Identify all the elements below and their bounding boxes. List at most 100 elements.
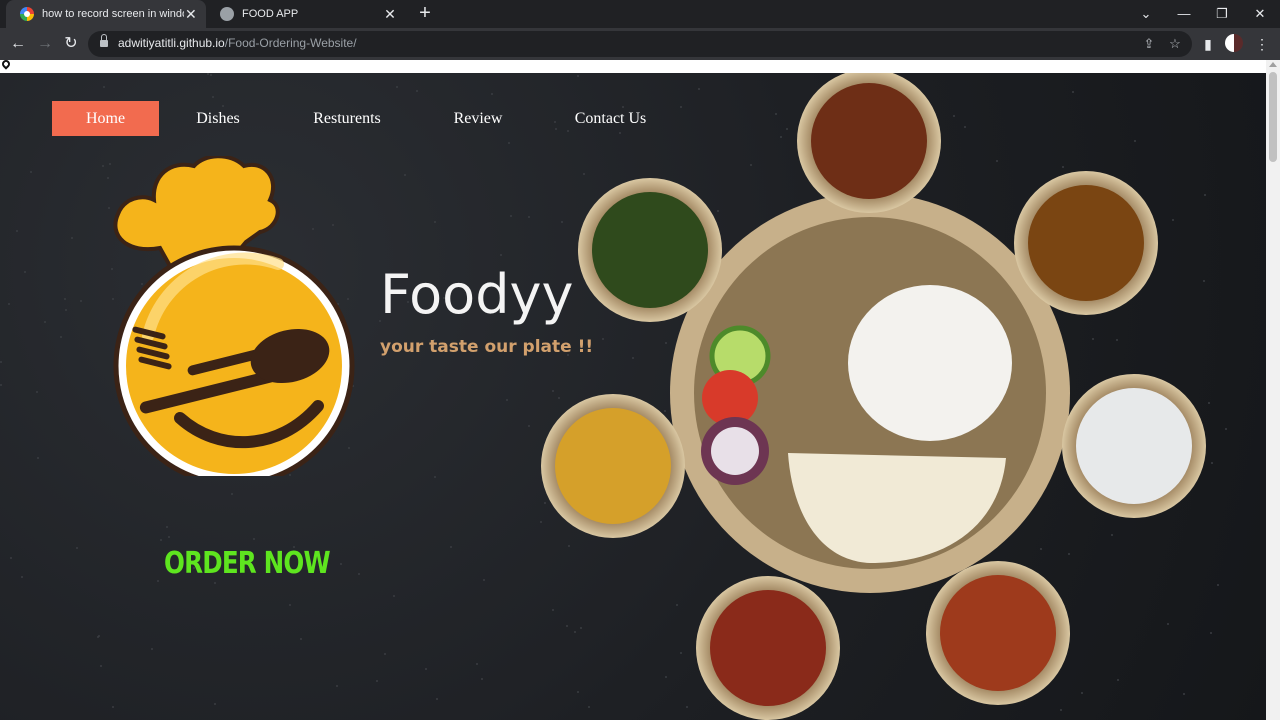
reload-button[interactable]: ↻ [61,34,81,54]
granite-speck [21,576,23,578]
granite-speck [396,86,398,88]
address-bar[interactable]: adwitiyatitli.github.io/Food-Ordering-We… [88,31,1192,57]
granite-speck [8,303,10,305]
granite-speck [231,493,233,495]
granite-speck [491,93,493,95]
granite-speck [336,685,338,687]
back-button[interactable]: ← [8,34,28,54]
nav-resturents[interactable]: Resturents [296,101,398,136]
granite-speck [80,300,82,302]
tab-close-icon[interactable]: ✕ [184,6,198,23]
granite-speck [44,321,46,323]
granite-speck [207,73,209,75]
granite-speck [506,399,508,401]
granite-speck [16,230,18,232]
restore-button[interactable]: ❐ [1203,0,1241,28]
granite-speck [436,698,438,700]
granite-speck [102,165,104,167]
tab-record-screen[interactable]: how to record screen in windows ✕ [6,0,206,28]
granite-speck [384,653,386,655]
granite-speck [100,665,102,667]
location-pin-icon[interactable] [0,60,12,70]
minimize-button[interactable]: — [1165,0,1203,28]
nav-home[interactable]: Home [52,101,159,136]
nav-dishes[interactable]: Dishes [180,101,256,136]
granite-speck [212,96,214,98]
granite-speck [214,582,216,584]
granite-speck [300,638,302,640]
granite-speck [64,298,66,300]
granite-speck [60,336,62,338]
granite-speck [65,309,67,311]
tab-food-app[interactable]: FOOD APP ✕ [206,0,406,28]
granite-speck [168,536,170,538]
granite-speck [416,90,418,92]
granite-speck [37,457,39,459]
granite-speck [289,604,291,606]
granite-speck [425,668,427,670]
tab-search-icon[interactable]: ⌄ [1127,0,1165,28]
granite-speck [10,557,12,559]
order-now-button[interactable]: ORDER NOW [164,546,331,581]
granite-speck [450,546,452,548]
granite-speck [358,573,360,575]
granite-speck [483,579,485,581]
lock-icon[interactable] [100,34,108,48]
granite-speck [157,580,159,582]
granite-speck [71,237,73,239]
granite-speck [404,174,406,176]
url-host: adwitiyatitli.github.io [118,36,225,50]
tab-title: how to record screen in windows [42,8,184,20]
granite-speck [434,476,436,478]
tab-close-icon[interactable]: ✕ [382,6,398,23]
granite-speck [214,703,216,705]
granite-speck [253,538,255,540]
nav-review[interactable]: Review [438,101,518,136]
granite-speck [510,215,512,217]
profile-avatar[interactable] [1225,34,1243,52]
new-tab-button[interactable]: + [414,3,436,25]
thali-food-image [541,73,1206,720]
scroll-thumb[interactable] [1269,72,1277,162]
granite-speck [481,678,483,680]
forward-button[interactable]: → [35,34,55,54]
granite-speck [476,663,478,665]
browser-toolbar: ← → ↻ adwitiyatitli.github.io/Food-Order… [0,28,1280,60]
share-icon[interactable]: ⇪ [1140,35,1158,53]
close-window-button[interactable]: ✕ [1241,0,1279,28]
granite-speck [0,384,2,386]
granite-speck [340,563,342,565]
url-text[interactable]: adwitiyatitli.github.io/Food-Ordering-We… [118,36,357,50]
granite-speck [24,271,26,273]
granite-speck [103,86,105,88]
google-favicon-icon [20,7,34,21]
tab-strip: how to record screen in windows ✕ FOOD A… [0,0,1280,28]
page-scrollbar[interactable] [1266,60,1280,720]
granite-speck [393,595,395,597]
chef-logo [113,156,355,476]
granite-speck [434,221,436,223]
granite-speck [36,391,38,393]
granite-speck [160,539,162,541]
granite-speck [166,526,168,528]
granite-speck [376,680,378,682]
granite-speck [0,361,2,363]
side-panel-icon[interactable]: ▮ [1198,34,1218,54]
granite-speck [112,706,114,708]
hero-section: Home Dishes Resturents Review Contact Us [0,73,1266,720]
granite-speck [151,648,153,650]
scroll-up-arrow-icon[interactable] [1269,62,1277,67]
granite-speck [210,74,212,76]
globe-favicon-icon [220,7,234,21]
granite-speck [30,171,32,173]
tab-title: FOOD APP [242,8,299,20]
granite-speck [97,636,99,638]
top-strip [0,60,1266,73]
url-path: /Food-Ordering-Website/ [224,36,357,50]
granite-speck [76,547,78,549]
menu-kebab-icon[interactable]: ⋮ [1252,34,1272,54]
bookmark-star-icon[interactable]: ☆ [1166,35,1184,53]
webpage: Home Dishes Resturents Review Contact Us [0,60,1266,720]
granite-speck [500,254,502,256]
granite-speck [508,142,510,144]
